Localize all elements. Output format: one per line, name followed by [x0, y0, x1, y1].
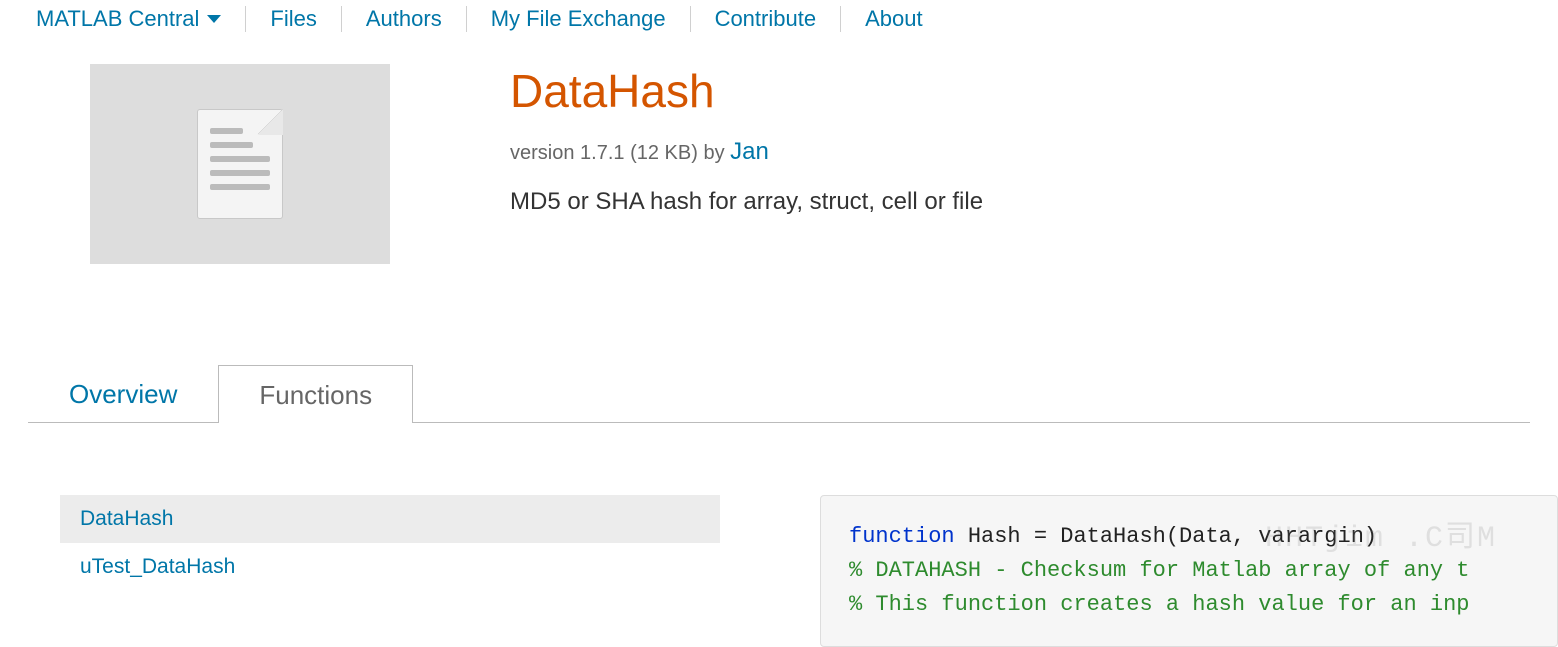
function-item-datahash[interactable]: DataHash [60, 495, 720, 543]
document-icon [197, 109, 283, 219]
title-column: DataHash version 1.7.1 (12 KB) by Jan MD… [510, 64, 1522, 264]
nav-authors[interactable]: Authors [342, 6, 467, 32]
by-label: by [703, 142, 724, 164]
version-prefix: version [510, 142, 580, 164]
file-thumbnail [90, 64, 390, 264]
code-comment-1: % DATAHASH - Checksum for Matlab array o… [849, 558, 1470, 583]
code-keyword: function [849, 524, 955, 549]
caret-down-icon [207, 15, 221, 23]
author-link[interactable]: Jan [730, 138, 769, 165]
code-signature: Hash = DataHash(Data, varargin) [955, 524, 1377, 549]
code-panel[interactable]: function Hash = DataHash(Data, varargin)… [820, 495, 1558, 647]
function-item-utest-datahash[interactable]: uTest_DataHash [60, 543, 720, 591]
nav-about[interactable]: About [841, 6, 947, 32]
tab-functions[interactable]: Functions [218, 365, 413, 423]
nav-my-file-exchange[interactable]: My File Exchange [467, 6, 691, 32]
nav-contribute[interactable]: Contribute [691, 6, 842, 32]
version-line: version 1.7.1 (12 KB) by Jan [510, 138, 1522, 166]
header-row: DataHash version 1.7.1 (12 KB) by Jan MD… [0, 50, 1558, 264]
nav-files[interactable]: Files [246, 6, 341, 32]
content-row: DataHash uTest_DataHash function Hash = … [60, 495, 1558, 647]
top-nav: MATLAB Central Files Authors My File Exc… [0, 0, 1558, 50]
code-comment-2: % This function creates a hash value for… [849, 592, 1470, 617]
tab-bar: Overview Functions [28, 364, 1530, 423]
page-title: DataHash [510, 64, 1522, 118]
tab-overview[interactable]: Overview [28, 364, 218, 422]
nav-matlab-central-label: MATLAB Central [36, 6, 199, 32]
file-description: MD5 or SHA hash for array, struct, cell … [510, 188, 1522, 216]
version-number: 1.7.1 [580, 142, 624, 164]
function-list: DataHash uTest_DataHash [60, 495, 720, 647]
file-size: (12 KB) [630, 142, 698, 164]
nav-matlab-central[interactable]: MATLAB Central [36, 6, 246, 32]
